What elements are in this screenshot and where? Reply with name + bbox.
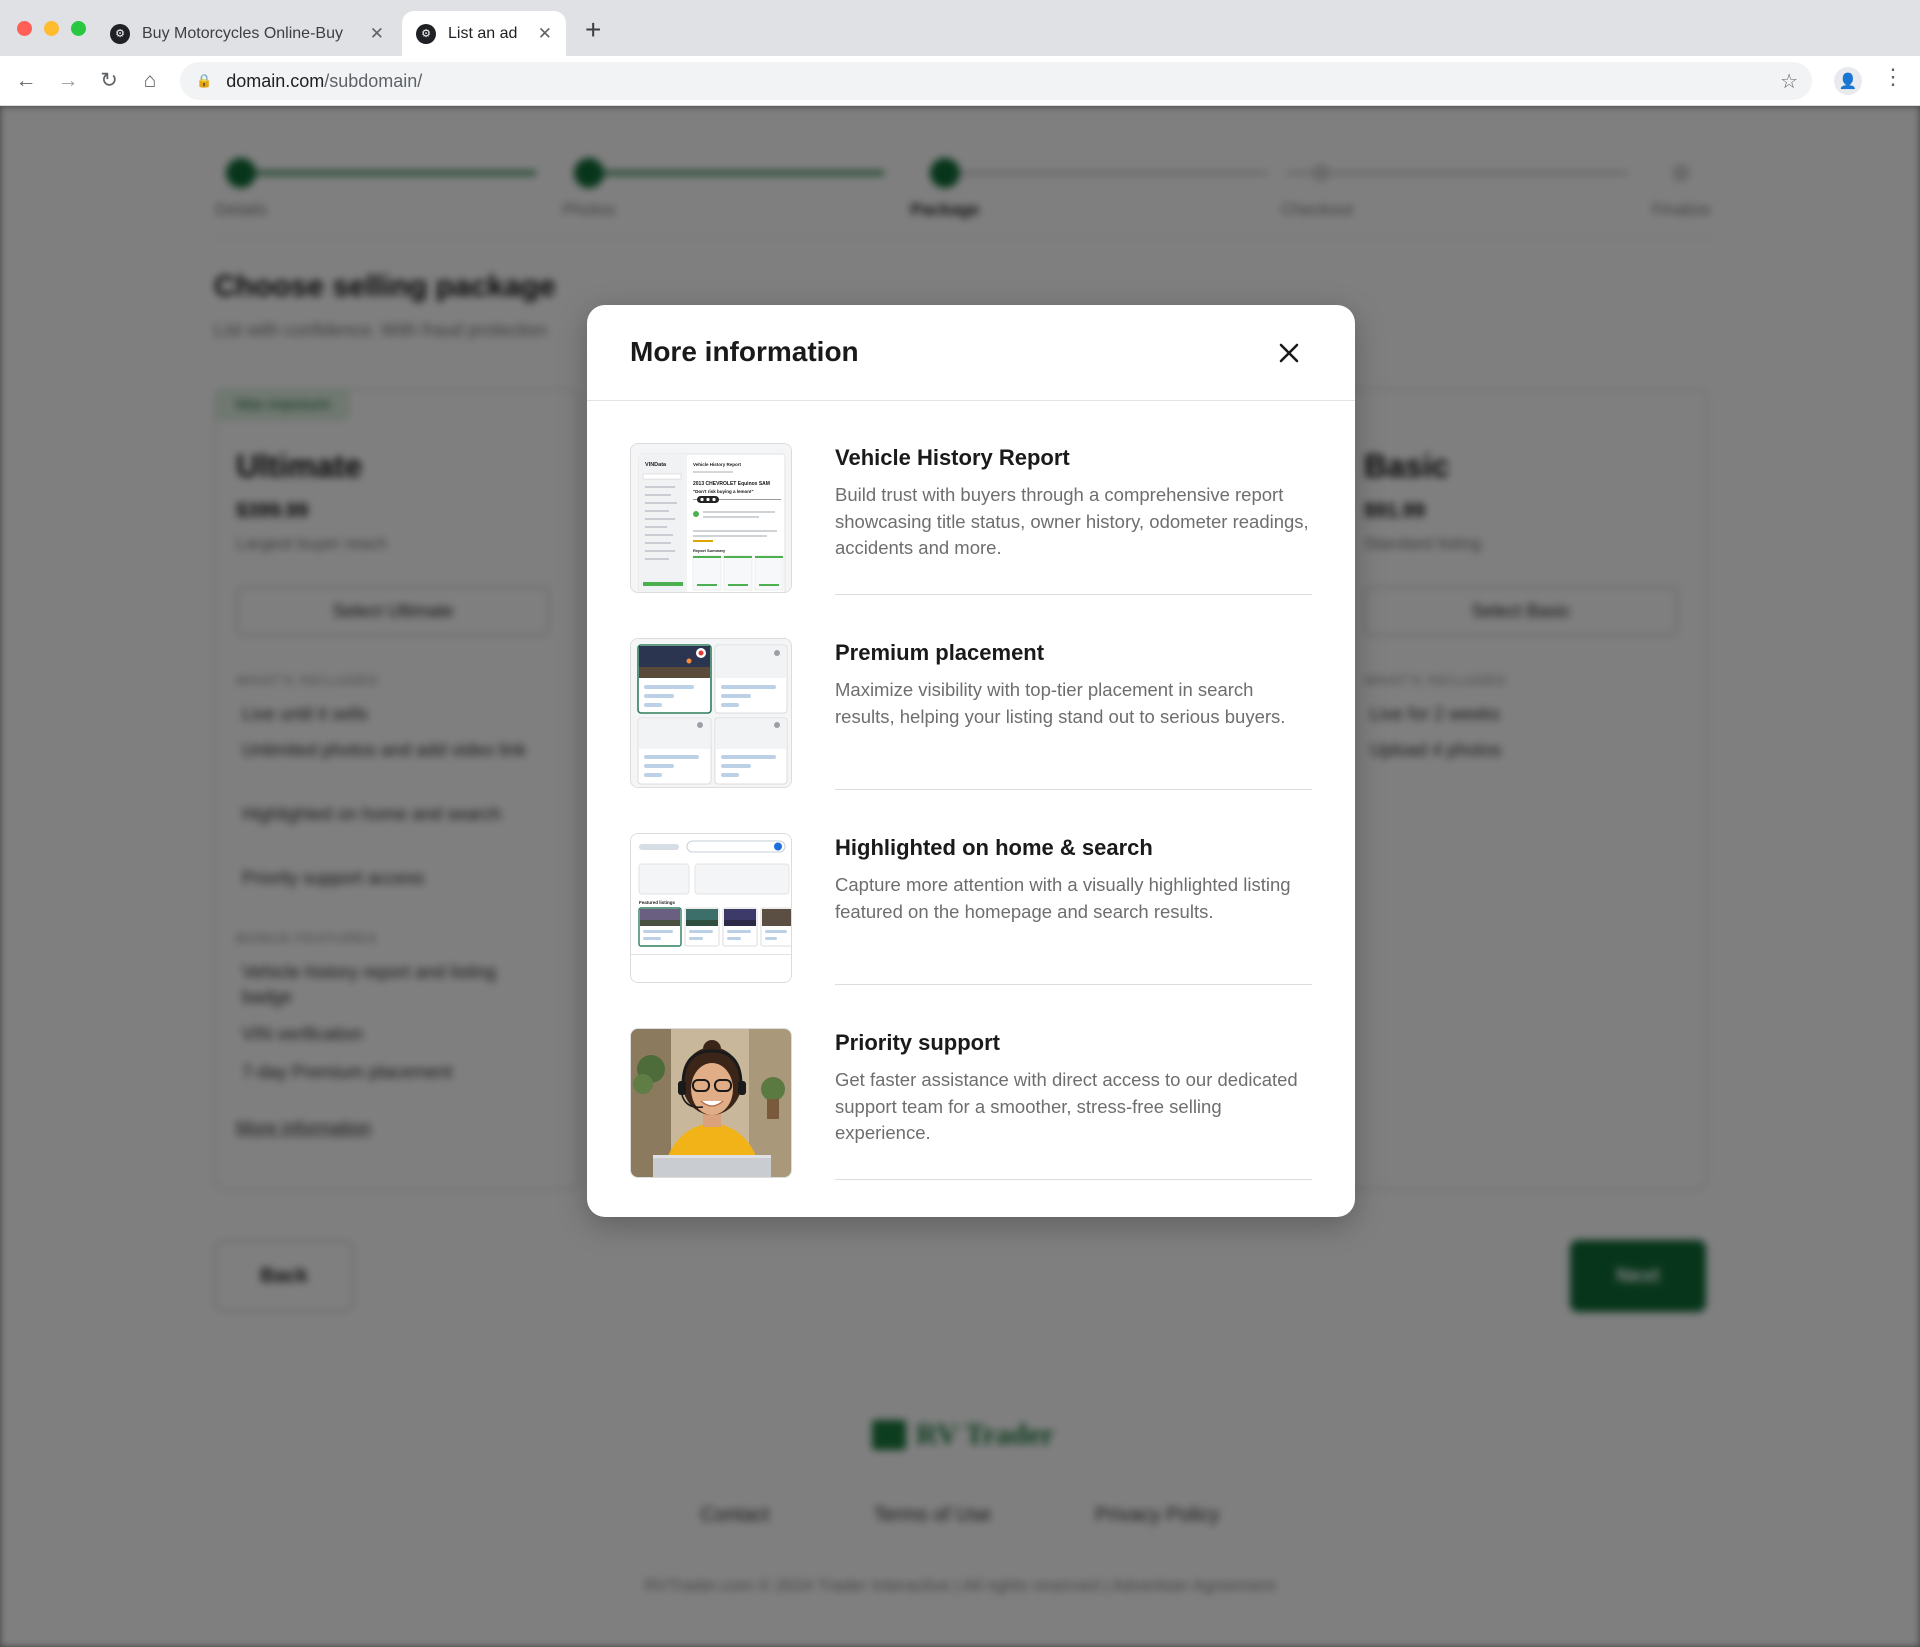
profile-avatar-icon[interactable]: 👤	[1834, 67, 1862, 95]
new-tab-plus-icon[interactable]: +	[585, 16, 601, 44]
featured-label-text: Featured listings	[639, 900, 676, 905]
info-title: Highlighted on home & search	[835, 835, 1153, 860]
close-tab-icon[interactable]: ✕	[370, 24, 384, 44]
tab-motorcycles[interactable]: ⚙ Buy Motorcycles Online-Buy ✕	[96, 11, 398, 56]
address-bar[interactable]: 🔒 domain.com/subdomain/ ☆	[180, 62, 1812, 100]
info-item-highlighted: Featured listings Highlighted on home & …	[630, 833, 1312, 1019]
search-icon	[774, 842, 782, 851]
site-favicon-icon: ⚙	[110, 23, 130, 44]
lock-icon[interactable]: 🔒	[196, 73, 212, 89]
featured-listings-thumbnail: Featured listings	[630, 833, 792, 983]
bookmark-star-icon[interactable]: ☆	[1780, 69, 1798, 94]
close-window-button[interactable]	[17, 21, 32, 36]
favorite-heart-icon	[698, 650, 704, 656]
back-arrow-icon[interactable]: ←	[13, 68, 39, 94]
more-information-modal: More information VINData Vehicle History…	[587, 305, 1355, 1217]
close-icon	[1279, 343, 1299, 363]
info-text: Priority support Get faster assistance w…	[835, 1028, 1312, 1180]
browser-toolbar: ← → ↻ ⌂ 🔒 domain.com/subdomain/ ☆ 👤 ⋮	[0, 56, 1920, 106]
featured-listings-illustration: Featured listings	[631, 834, 791, 982]
support-agent-illustration	[631, 1029, 791, 1177]
info-title: Vehicle History Report	[835, 445, 1070, 470]
vehicle-report-illustration: VINData Vehicle History Report 2013 CHEV…	[631, 444, 791, 592]
tab-list-an-ad[interactable]: ⚙ List an ad ✕	[402, 11, 566, 56]
info-text: Highlighted on home & search Capture mor…	[835, 833, 1312, 985]
report-summary-text: Report Summary	[693, 548, 726, 553]
report-heading-text: Vehicle History Report	[693, 462, 742, 467]
minimize-window-button[interactable]	[44, 21, 59, 36]
info-desc: Get faster assistance with direct access…	[835, 1069, 1298, 1143]
home-icon[interactable]: ⌂	[137, 68, 163, 94]
info-desc: Capture more attention with a visually h…	[835, 874, 1291, 922]
forward-arrow-icon[interactable]: →	[55, 68, 81, 94]
info-title: Premium placement	[835, 640, 1045, 665]
report-brand-text: VINData	[645, 462, 667, 468]
reload-icon[interactable]: ↻	[96, 68, 122, 94]
kebab-menu-icon[interactable]: ⋮	[1882, 66, 1904, 88]
tab-title: List an ad	[448, 24, 518, 42]
info-title: Priority support	[835, 1030, 1001, 1055]
maximize-window-button[interactable]	[71, 21, 86, 36]
site-favicon-icon: ⚙	[416, 23, 436, 44]
tab-title: Buy Motorcycles Online-Buy	[142, 24, 343, 42]
modal-header: More information	[587, 305, 1355, 401]
premium-placement-thumbnail	[630, 638, 792, 788]
url-host: domain.com	[226, 70, 325, 91]
premium-placement-illustration	[631, 639, 791, 787]
tab-bar: ⚙ Buy Motorcycles Online-Buy ✕ ⚙ List an…	[0, 0, 1920, 56]
support-agent-photo	[630, 1028, 792, 1178]
report-tagline-text: "Don't risk buying a lemon!"	[693, 489, 754, 494]
close-modal-button[interactable]	[1271, 335, 1307, 371]
info-text: Premium placement Maximize visibility wi…	[835, 638, 1312, 790]
report-vehicle-text: 2013 CHEVROLET Equinox SAM	[693, 481, 770, 487]
info-item-vehicle-history: VINData Vehicle History Report 2013 CHEV…	[630, 443, 1312, 629]
info-desc: Build trust with buyers through a compre…	[835, 484, 1309, 558]
modal-title: More information	[630, 336, 859, 367]
close-tab-icon[interactable]: ✕	[538, 24, 552, 44]
info-text: Vehicle History Report Build trust with …	[835, 443, 1312, 595]
info-item-priority-support: Priority support Get faster assistance w…	[630, 1028, 1312, 1214]
info-desc: Maximize visibility with top-tier placem…	[835, 679, 1286, 727]
vehicle-report-thumbnail: VINData Vehicle History Report 2013 CHEV…	[630, 443, 792, 593]
info-item-premium-placement: Premium placement Maximize visibility wi…	[630, 638, 1312, 824]
url-path: /subdomain/	[324, 70, 423, 91]
browser-chrome: ⚙ Buy Motorcycles Online-Buy ✕ ⚙ List an…	[0, 0, 1920, 106]
